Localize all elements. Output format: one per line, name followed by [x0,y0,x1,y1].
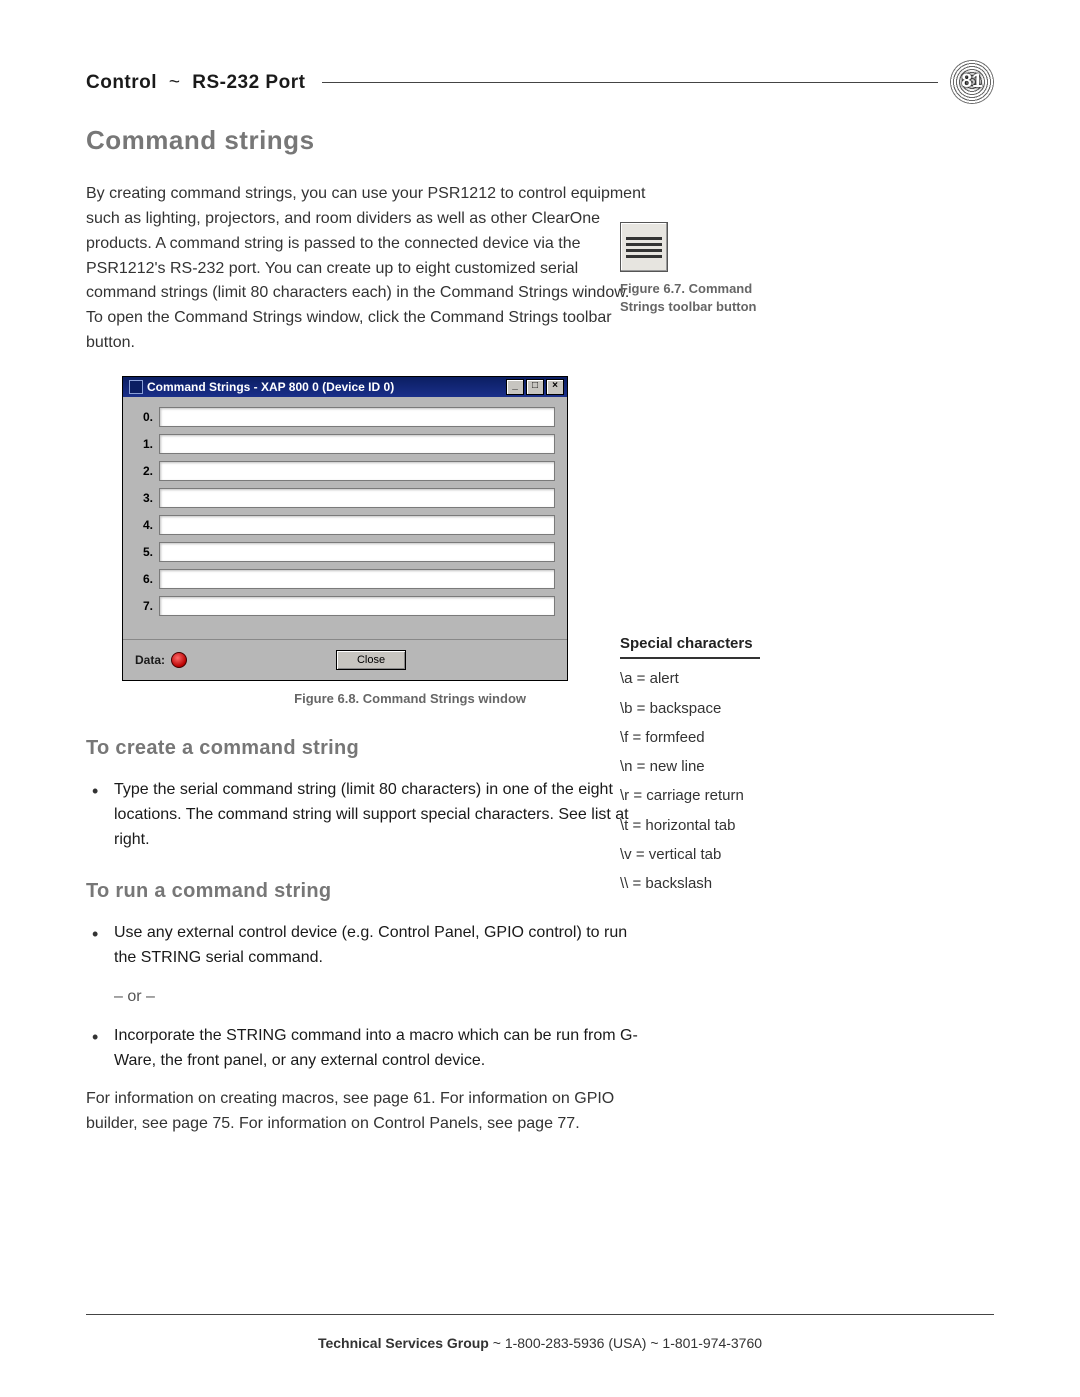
run-bullet-1: Use any external control device (e.g. Co… [86,921,646,971]
figure-command-strings-window: Command Strings - XAP 800 0 (Device ID 0… [122,376,566,709]
run-bullet-2: Incorporate the STRING command into a ma… [86,1024,646,1074]
minimize-button[interactable]: _ [506,379,524,395]
close-button[interactable]: Close [336,650,406,670]
command-input-1[interactable] [159,434,555,454]
command-input-2[interactable] [159,461,555,481]
figure-caption-window: Figure 6.8. Command Strings window [122,689,526,709]
or-separator: – or – [86,985,646,1010]
window-title: Command Strings - XAP 800 0 (Device ID 0… [147,378,394,397]
command-row: 4. [135,515,555,535]
command-row: 1. [135,434,555,454]
command-row: 2. [135,461,555,481]
command-row: 0. [135,407,555,427]
command-strings-toolbar-button[interactable] [620,222,668,272]
command-input-7[interactable] [159,596,555,616]
runhead-sep: ~ [169,72,181,93]
running-head: Control ~ RS-232 Port 81 [86,60,994,102]
special-char-item: \n = new line [620,755,840,778]
footer-group: Technical Services Group [318,1335,489,1351]
figure-toolbar-button: Figure 6.7. Command Strings toolbar butt… [620,222,880,316]
special-char-item: \r = carriage return [620,784,840,807]
window-icon [129,380,143,394]
section-title: Command strings [86,120,646,160]
command-input-3[interactable] [159,488,555,508]
command-row: 6. [135,569,555,589]
special-char-item: \b = backspace [620,697,840,720]
figure-caption-toolbar: Figure 6.7. Command Strings toolbar butt… [620,280,800,316]
create-bullet: Type the serial command string (limit 80… [86,778,646,852]
intro-paragraph: By creating command strings, you can use… [86,182,646,356]
special-char-item: \f = formfeed [620,726,840,749]
command-input-0[interactable] [159,407,555,427]
command-row: 5. [135,542,555,562]
data-status-icon [171,652,187,668]
titlebar[interactable]: Command Strings - XAP 800 0 (Device ID 0… [123,377,567,397]
running-head-title: Control ~ RS-232 Port [86,68,305,97]
command-input-5[interactable] [159,542,555,562]
subhead-run: To run a command string [86,876,646,907]
running-head-rule [322,82,938,83]
special-characters-sidebar: Special characters \a = alert \b = backs… [620,632,840,901]
command-row: 3. [135,488,555,508]
footer-rest: ~ 1-800-283-5936 (USA) ~ 1-801-974-3760 [493,1335,762,1351]
footer-rule [86,1314,994,1315]
special-characters-title: Special characters [620,632,840,655]
page-number: 81 [961,67,982,96]
command-row: 7. [135,596,555,616]
more-info-paragraph: For information on creating macros, see … [86,1087,646,1137]
command-strings-window: Command Strings - XAP 800 0 (Device ID 0… [122,376,568,681]
runhead-part2: RS-232 Port [192,72,305,93]
special-char-item: \t = horizontal tab [620,814,840,837]
special-char-item: \v = vertical tab [620,843,840,866]
close-x-button[interactable]: × [546,379,564,395]
page-number-medallion: 81 [950,60,994,104]
command-rows: 0. 1. 2. 3. 4. 5. 6. 7. [123,397,567,631]
command-input-4[interactable] [159,515,555,535]
subhead-create: To create a command string [86,733,646,764]
runhead-part1: Control [86,72,157,93]
data-label: Data: [135,651,165,670]
special-characters-rule [620,657,760,659]
maximize-button[interactable]: □ [526,379,544,395]
special-char-item: \a = alert [620,667,840,690]
command-window-footer: Data: Close [123,639,567,680]
page-footer: Technical Services Group ~ 1-800-283-593… [86,1314,994,1355]
special-char-item: \\ = backslash [620,872,840,895]
command-input-6[interactable] [159,569,555,589]
